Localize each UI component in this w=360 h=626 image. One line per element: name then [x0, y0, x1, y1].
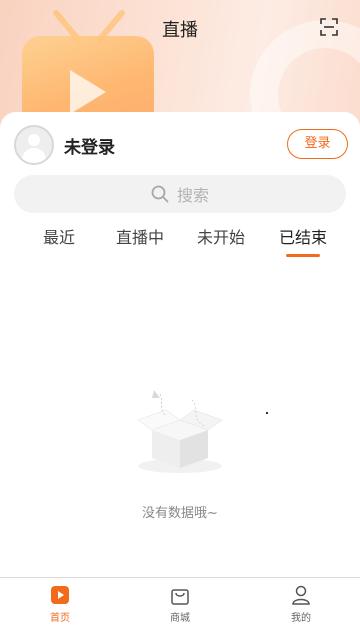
- empty-box-icon: [137, 390, 223, 473]
- home-play-icon: [51, 586, 69, 604]
- nav-label-mine: 我的: [291, 613, 311, 624]
- page-title: 直播: [162, 20, 198, 41]
- search-icon: [151, 185, 169, 203]
- tab-live[interactable]: 直播中: [105, 224, 175, 248]
- person-icon: [292, 585, 310, 605]
- avatar-body: [22, 148, 46, 163]
- nav-label-home: 首页: [50, 613, 70, 624]
- username: 未登录: [64, 138, 115, 158]
- search-placeholder: 搜索: [176, 186, 209, 205]
- tab-recent[interactable]: 最近: [24, 224, 94, 248]
- nav-item-home[interactable]: 首页: [30, 584, 90, 624]
- avatar[interactable]: [14, 125, 54, 165]
- nav-label-mall: 商城: [170, 613, 190, 624]
- bottom-nav: 首页 商城 我的: [0, 577, 360, 626]
- play-icon: [70, 70, 106, 114]
- tab-upcoming[interactable]: 未开始: [186, 224, 256, 248]
- login-button[interactable]: 登录: [287, 129, 348, 159]
- empty-state-message: 没有数据哦~: [142, 506, 218, 521]
- scan-icon[interactable]: [320, 18, 338, 36]
- tab-ended[interactable]: 已结束: [268, 224, 338, 248]
- search-bar[interactable]: 搜索: [14, 175, 346, 213]
- decorative-dot: [266, 412, 268, 414]
- nav-item-mine[interactable]: 我的: [271, 584, 331, 624]
- tab-bar: 最近 直播中 未开始 已结束: [0, 224, 360, 258]
- active-tab-indicator: [286, 254, 320, 257]
- shopping-bag-icon: [171, 589, 189, 605]
- nav-item-mall[interactable]: 商城: [150, 584, 210, 624]
- avatar-head: [28, 134, 40, 146]
